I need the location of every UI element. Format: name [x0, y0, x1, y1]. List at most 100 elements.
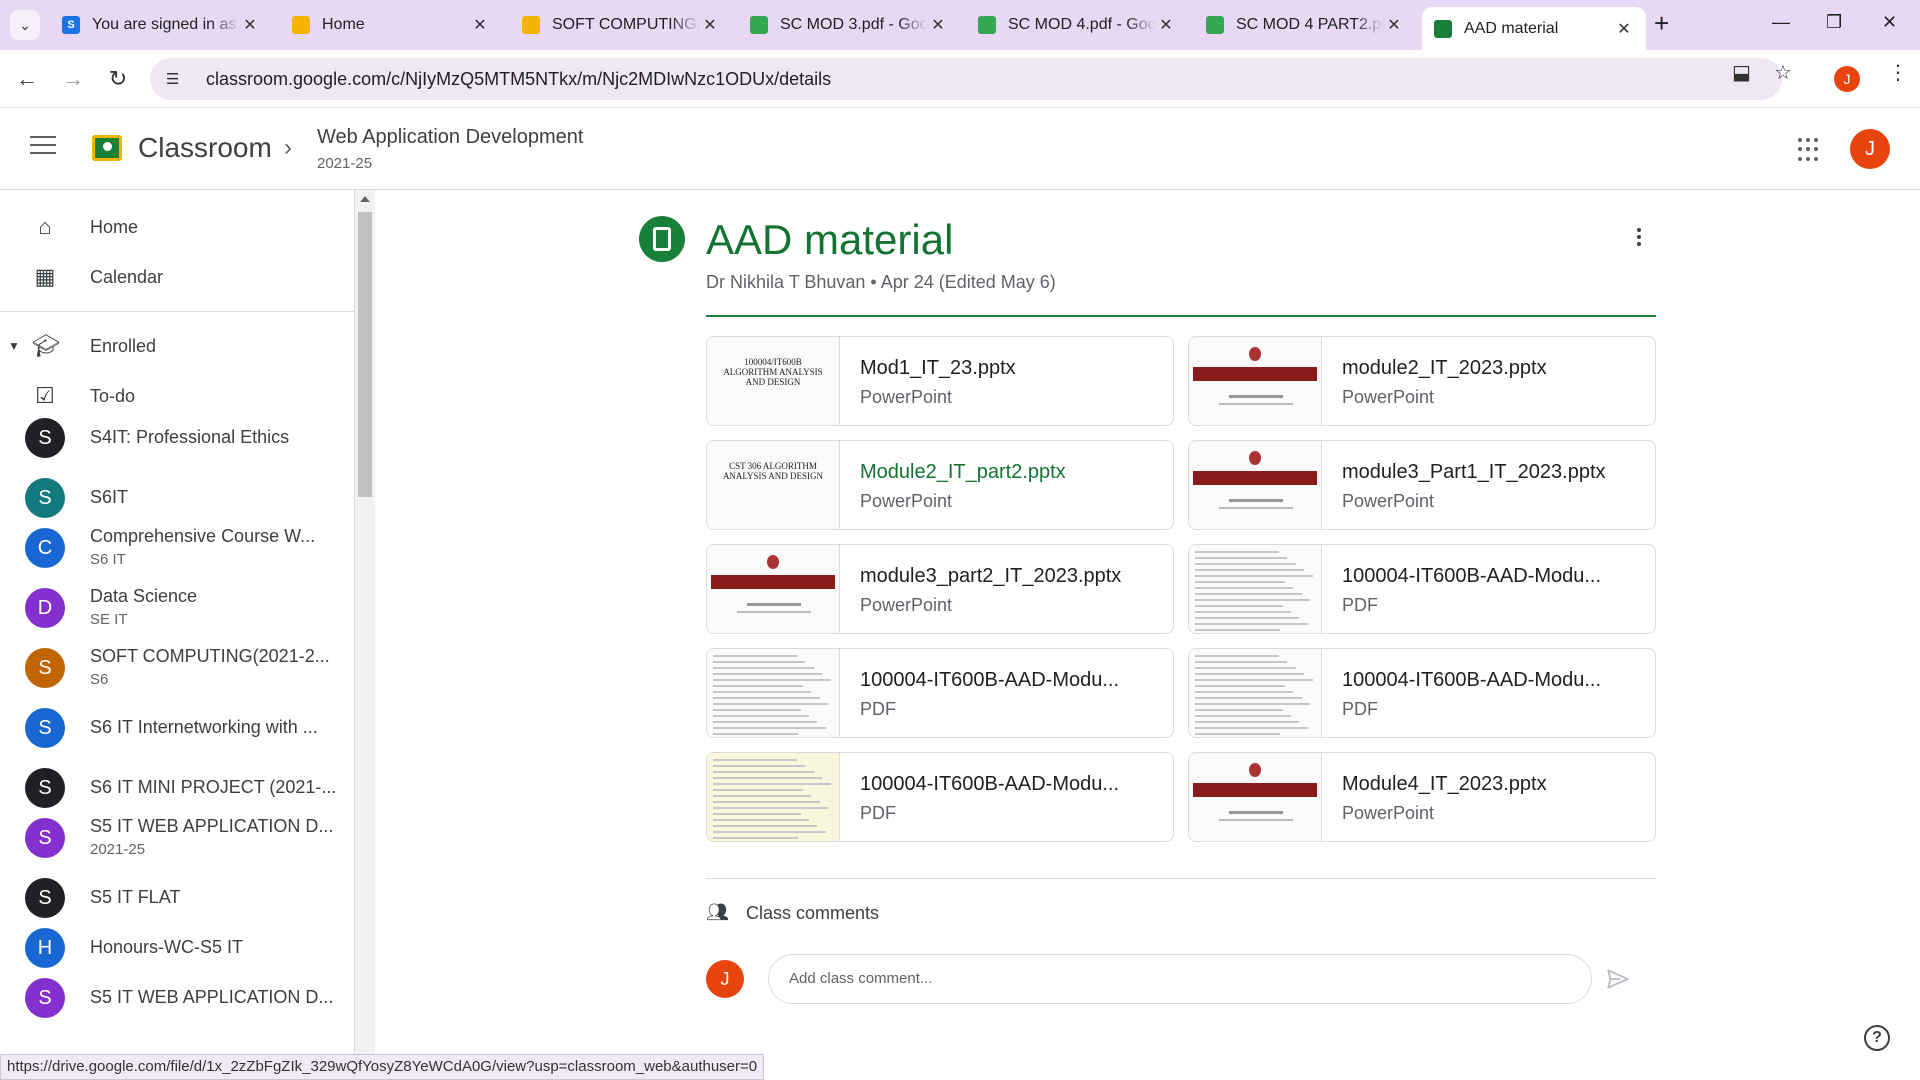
attachment-thumbnail[interactable]: [707, 545, 840, 633]
attachment-name[interactable]: module3_part2_IT_2023.pptx: [860, 565, 1160, 588]
course-section: 2021-25: [317, 155, 373, 172]
attachment-card[interactable]: 100004-IT600B-AAD-Modu... PDF: [1188, 544, 1656, 634]
tab-label: You are signed in as I: [92, 16, 240, 33]
attachment-name[interactable]: Module2_IT_part2.pptx: [860, 461, 1160, 484]
attachment-thumbnail[interactable]: [1189, 441, 1322, 529]
more-options-icon[interactable]: [1637, 228, 1643, 249]
sidebar-item-enrolled[interactable]: ▼ 🎓︎ Enrolled: [0, 324, 354, 368]
google-apps-icon[interactable]: [1798, 138, 1822, 162]
status-bar-url: https://drive.google.com/file/d/1x_2zZbF…: [0, 1054, 765, 1080]
browser-tab[interactable]: SC MOD 4 PART2.pdf ✕: [1194, 7, 1416, 43]
class-avatar: S: [25, 818, 65, 858]
minimize-icon[interactable]: —: [1772, 12, 1790, 33]
restore-icon[interactable]: ❐: [1826, 12, 1842, 33]
attachment-thumbnail[interactable]: [707, 649, 840, 737]
forward-icon[interactable]: →: [58, 64, 88, 94]
sidebar-class-item[interactable]: S S5 IT WEB APPLICATION D...: [0, 968, 354, 1028]
tab-close-icon[interactable]: ✕: [1384, 15, 1404, 35]
attachment-card[interactable]: module3_Part1_IT_2023.pptx PowerPoint: [1188, 440, 1656, 530]
tab-label: SC MOD 4 PART2.pdf: [1236, 16, 1384, 33]
attachment-thumbnail[interactable]: [1189, 649, 1322, 737]
tab-close-icon[interactable]: ✕: [470, 15, 490, 35]
browser-tab[interactable]: AAD material ✕: [1422, 7, 1646, 50]
browser-tab[interactable]: S You are signed in as I ✕: [50, 7, 272, 43]
reload-icon[interactable]: ↻: [103, 64, 133, 94]
attachment-card[interactable]: 100004-IT600B-AAD-Modu... PDF: [706, 648, 1174, 738]
sidebar-class-item[interactable]: S SOFT COMPUTING(2021-2... S6: [0, 638, 354, 698]
tab-close-icon[interactable]: ✕: [1156, 15, 1176, 35]
sidebar-class-item[interactable]: D Data Science SE IT: [0, 578, 354, 638]
class-comment-input[interactable]: Add class comment...: [768, 954, 1592, 1004]
attachment-card[interactable]: 100004-IT600B-AAD-Modu... PDF: [706, 752, 1174, 842]
class-name: S5 IT FLAT: [90, 887, 181, 907]
material-book-icon: [639, 216, 685, 262]
main-menu-icon[interactable]: [30, 136, 56, 160]
back-icon[interactable]: ←: [12, 64, 42, 94]
attachment-thumbnail[interactable]: [1189, 337, 1322, 425]
tab-close-icon[interactable]: ✕: [700, 15, 720, 35]
close-window-icon[interactable]: ✕: [1882, 12, 1897, 33]
send-icon[interactable]: [1605, 966, 1631, 992]
browser-tab[interactable]: Home ✕: [280, 7, 502, 43]
help-icon[interactable]: ?: [1864, 1025, 1890, 1051]
address-bar[interactable]: ☰ classroom.google.com/c/NjIyMzQ5MTM5NTk…: [150, 58, 1782, 100]
attachment-name[interactable]: module3_Part1_IT_2023.pptx: [1342, 461, 1642, 484]
tab-search-button[interactable]: ⌄: [10, 10, 40, 40]
attachment-thumbnail[interactable]: CST 306 ALGORITHM ANALYSIS AND DESIGN: [707, 441, 840, 529]
attachment-name[interactable]: 100004-IT600B-AAD-Modu...: [1342, 565, 1642, 588]
attachment-name[interactable]: 100004-IT600B-AAD-Modu...: [860, 669, 1160, 692]
sidebar-class-item[interactable]: S S4IT: Professional Ethics: [0, 408, 354, 468]
todo-list-icon: ☑: [35, 383, 55, 408]
tab-close-icon[interactable]: ✕: [1614, 19, 1634, 39]
browser-tab-strip: ⌄ S You are signed in as I ✕ Home ✕ SOFT COMP…: [0, 0, 1920, 50]
sidebar-class-item[interactable]: C Comprehensive Course W... S6 IT: [0, 518, 354, 578]
sidebar-item-home[interactable]: ⌂ Home: [0, 205, 354, 249]
attachment-card[interactable]: module3_part2_IT_2023.pptx PowerPoint: [706, 544, 1174, 634]
class-avatar: S: [25, 648, 65, 688]
expand-arrow-icon[interactable]: ▼: [8, 339, 20, 353]
tab-label: SOFT COMPUTING(2(: [552, 16, 700, 33]
attachment-name[interactable]: 100004-IT600B-AAD-Modu...: [1342, 669, 1642, 692]
attachment-card[interactable]: Module4_IT_2023.pptx PowerPoint: [1188, 752, 1656, 842]
class-avatar: S: [25, 418, 65, 458]
attachment-card[interactable]: 100004-IT600B-AAD-Modu... PDF: [1188, 648, 1656, 738]
attachment-name[interactable]: Module4_IT_2023.pptx: [1342, 773, 1642, 796]
attachment-thumbnail[interactable]: 100004/IT600B ALGORITHM ANALYSIS AND DES…: [707, 337, 840, 425]
sidebar-item-label: Enrolled: [90, 335, 157, 356]
browser-tab[interactable]: SC MOD 3.pdf - Goo ✕: [738, 7, 960, 43]
url-text[interactable]: classroom.google.com/c/NjIyMzQ5MTM5NTkx/…: [206, 69, 831, 90]
thumbnail-title: CST 306 ALGORITHM ANALYSIS AND DESIGN: [722, 461, 824, 481]
attachment-name[interactable]: 100004-IT600B-AAD-Modu...: [860, 773, 1160, 796]
new-tab-button[interactable]: +: [1654, 8, 1669, 39]
attachment-thumbnail[interactable]: [1189, 545, 1322, 633]
scrollbar-thumb[interactable]: [358, 212, 372, 497]
account-avatar[interactable]: J: [1850, 129, 1890, 169]
class-name: S5 IT WEB APPLICATION D...: [90, 816, 334, 836]
attachment-name[interactable]: Mod1_IT_23.pptx: [860, 357, 1160, 380]
tab-close-icon[interactable]: ✕: [928, 15, 948, 35]
browser-tab[interactable]: SOFT COMPUTING(2(✕: [510, 7, 732, 43]
sidebar-scrollbar[interactable]: [355, 190, 375, 1080]
attachment-name[interactable]: module2_IT_2023.pptx: [1342, 357, 1642, 380]
site-info-icon[interactable]: ☰: [166, 70, 188, 88]
tab-close-icon[interactable]: ✕: [240, 15, 260, 35]
browser-profile-avatar[interactable]: J: [1834, 66, 1860, 92]
attachment-thumbnail[interactable]: [1189, 753, 1322, 841]
attachment-card[interactable]: 100004/IT600B ALGORITHM ANALYSIS AND DES…: [706, 336, 1174, 426]
attachment-card[interactable]: CST 306 ALGORITHM ANALYSIS AND DESIGN Mod…: [706, 440, 1174, 530]
classroom-logo-icon[interactable]: [92, 135, 122, 161]
attachment-thumbnail[interactable]: [707, 753, 840, 841]
attachment-card[interactable]: module2_IT_2023.pptx PowerPoint: [1188, 336, 1656, 426]
sidebar-item-calendar[interactable]: ▦ Calendar: [0, 255, 354, 299]
bookmark-star-icon[interactable]: ☆: [1774, 60, 1792, 85]
sidebar-class-item[interactable]: S S6 IT Internetworking with ...: [0, 698, 354, 758]
tab-favicon-icon: [750, 16, 768, 34]
app-title[interactable]: Classroom: [138, 132, 272, 164]
course-title[interactable]: Web Application Development: [317, 126, 583, 149]
scroll-up-arrow-icon[interactable]: [360, 196, 370, 202]
sidebar-class-item[interactable]: S S5 IT WEB APPLICATION D... 2021-25: [0, 808, 354, 868]
browser-menu-icon[interactable]: ⋮: [1888, 60, 1908, 85]
install-app-icon[interactable]: ⬓: [1732, 60, 1751, 85]
browser-tab[interactable]: SC MOD 4.pdf - Goo ✕: [966, 7, 1188, 43]
attachment-type: PowerPoint: [860, 595, 953, 615]
